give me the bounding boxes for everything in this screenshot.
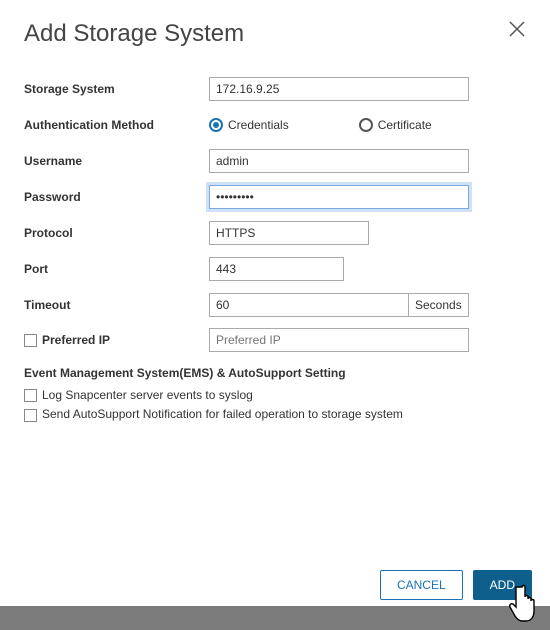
add-button[interactable]: ADD [473, 570, 532, 600]
auth-credentials-label: Credentials [228, 118, 289, 132]
ems-section-header: Event Management System(EMS) & AutoSuppo… [24, 366, 526, 380]
cancel-button[interactable]: CANCEL [380, 570, 463, 600]
port-input[interactable] [209, 257, 344, 281]
close-icon[interactable] [508, 20, 526, 41]
timeout-input[interactable] [209, 293, 409, 317]
bottom-bar [0, 606, 550, 630]
storage-system-label: Storage System [24, 82, 209, 96]
preferred-ip-checkbox[interactable] [24, 334, 37, 347]
auth-method-label: Authentication Method [24, 118, 209, 132]
storage-system-input[interactable] [209, 77, 469, 101]
auth-certificate-radio[interactable]: Certificate [359, 118, 432, 132]
protocol-label: Protocol [24, 226, 209, 240]
log-syslog-checkbox[interactable] [24, 389, 37, 402]
preferred-ip-label: Preferred IP [42, 333, 110, 347]
auth-certificate-label: Certificate [378, 118, 432, 132]
username-input[interactable] [209, 149, 469, 173]
send-autosupport-label: Send AutoSupport Notification for failed… [42, 407, 403, 421]
timeout-label: Timeout [24, 298, 209, 312]
radio-icon [359, 118, 373, 132]
dialog-title: Add Storage System [24, 20, 244, 48]
username-label: Username [24, 154, 209, 168]
radio-icon [209, 118, 223, 132]
password-label: Password [24, 190, 209, 204]
port-label: Port [24, 262, 209, 276]
protocol-input[interactable] [209, 221, 369, 245]
dialog-footer: CANCEL ADD [0, 570, 550, 600]
timeout-unit: Seconds [409, 293, 469, 317]
add-storage-dialog: Add Storage System Storage System Authen… [0, 0, 550, 422]
send-autosupport-checkbox[interactable] [24, 409, 37, 422]
password-input[interactable] [209, 185, 469, 209]
preferred-ip-input [209, 328, 469, 352]
auth-credentials-radio[interactable]: Credentials [209, 118, 289, 132]
log-syslog-label: Log Snapcenter server events to syslog [42, 388, 253, 402]
